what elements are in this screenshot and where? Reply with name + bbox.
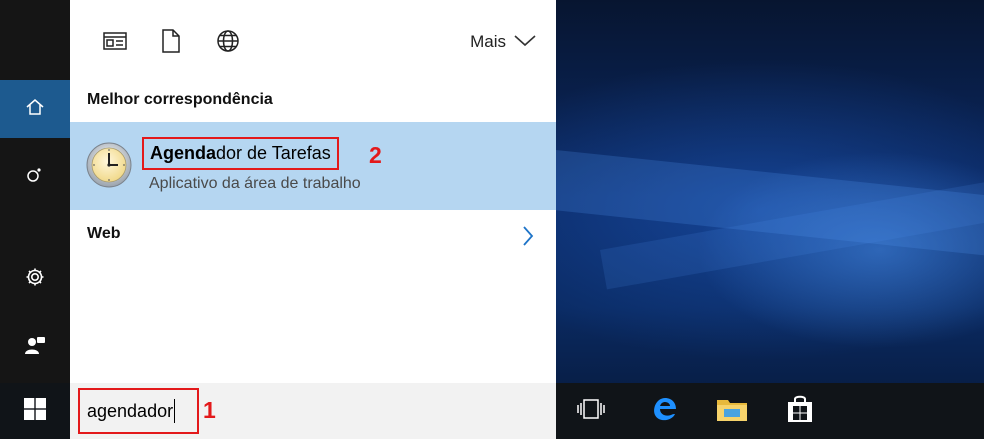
- store-icon: [786, 394, 814, 429]
- annotation-marker-2: 2: [369, 142, 382, 168]
- cortana-button[interactable]: [0, 148, 70, 206]
- search-results-panel: Mais Melhor correspondência Agenda dor d…: [70, 0, 556, 383]
- taskbar-search-box[interactable]: agendador 1: [70, 383, 556, 439]
- web-header: Web: [87, 225, 121, 242]
- annotation-marker-1: 1: [203, 397, 216, 423]
- apps-filter-button[interactable]: [100, 28, 130, 58]
- cortana-icon: [25, 165, 45, 190]
- app-title: Agenda dor de Tarefas: [142, 137, 339, 170]
- file-explorer-icon: [716, 395, 748, 428]
- start-button[interactable]: [0, 383, 70, 439]
- apps-filter-icon: [103, 31, 127, 56]
- settings-gear-icon: [24, 266, 46, 293]
- search-input[interactable]: agendador: [78, 388, 199, 434]
- store-button[interactable]: [772, 383, 828, 439]
- task-view-button[interactable]: [563, 383, 619, 439]
- edge-button[interactable]: [636, 383, 692, 439]
- windows-logo-icon: [23, 397, 47, 426]
- edge-icon: [649, 394, 679, 429]
- web-filter-button[interactable]: [213, 28, 243, 58]
- start-left-rail: [0, 0, 70, 383]
- chevron-down-icon: [514, 32, 536, 52]
- filter-row: Mais: [70, 0, 556, 84]
- home-icon: [25, 97, 45, 122]
- feedback-icon: [24, 334, 46, 361]
- text-caret: [174, 399, 176, 423]
- app-subtitle: Aplicativo da área de trabalho: [149, 175, 361, 192]
- taskbar: agendador 1: [0, 383, 984, 439]
- documents-filter-button[interactable]: [156, 28, 186, 58]
- file-explorer-button[interactable]: [704, 383, 760, 439]
- web-filter-icon: [216, 29, 240, 58]
- app-title-match: Agenda: [150, 143, 217, 163]
- settings-button[interactable]: [0, 250, 70, 308]
- search-input-value: agendador: [87, 400, 174, 421]
- feedback-button[interactable]: [0, 318, 70, 376]
- app-title-rest: dor de Tarefas: [216, 143, 331, 163]
- more-filters-label: Mais: [470, 32, 506, 51]
- more-filters-dropdown[interactable]: Mais: [470, 32, 536, 52]
- documents-filter-icon: [162, 28, 180, 58]
- best-match-result[interactable]: Agenda dor de Tarefas 2 Aplicativo da áre…: [70, 122, 556, 210]
- task-scheduler-clock-icon: [86, 142, 132, 188]
- best-match-header: Melhor correspondência: [87, 91, 273, 108]
- chevron-right-icon: [522, 225, 534, 252]
- web-section-row[interactable]: Web: [70, 212, 556, 260]
- task-view-icon: [577, 398, 605, 425]
- home-button[interactable]: [0, 80, 70, 138]
